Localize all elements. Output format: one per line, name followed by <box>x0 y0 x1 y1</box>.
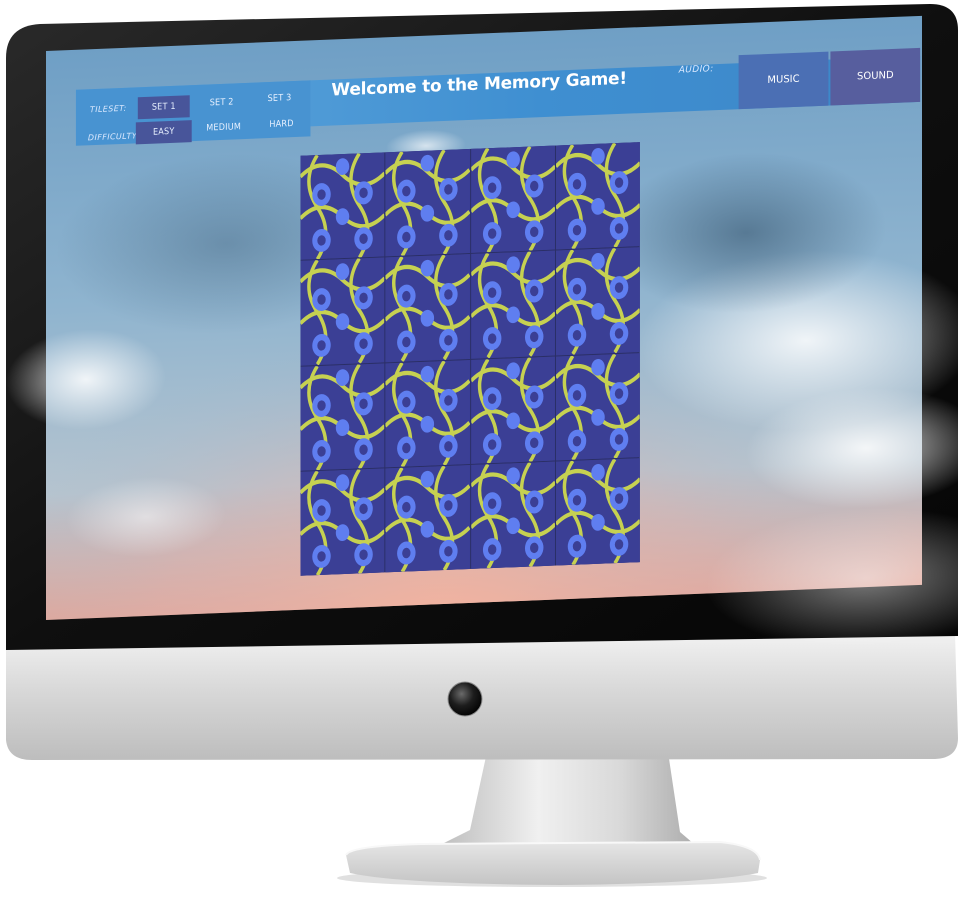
tile-back-pattern <box>470 250 555 359</box>
game-screen: TILESET: DIFFICULTY: SET 1 SET 2 SET 3 E… <box>46 16 921 620</box>
memory-tile-r1-c3[interactable] <box>470 145 555 254</box>
tileset-set1-button[interactable]: SET 1 <box>137 95 190 120</box>
tile-back-pattern <box>555 457 640 566</box>
memory-tile-r3-c3[interactable] <box>470 356 555 464</box>
tile-back-pattern <box>555 142 640 250</box>
difficulty-easy-button[interactable]: EASY <box>135 120 192 145</box>
tileset-label: TILESET: <box>89 103 127 115</box>
memory-tile-r4-c3[interactable] <box>470 461 555 569</box>
difficulty-hard-button[interactable]: HARD <box>254 112 310 136</box>
memory-tile-r2-c2[interactable] <box>385 254 470 362</box>
tile-back-pattern <box>385 148 470 257</box>
tileset-set2-button[interactable]: SET 2 <box>196 91 248 115</box>
memory-tile-r3-c2[interactable] <box>385 359 470 468</box>
memory-tile-r2-c3[interactable] <box>470 250 555 359</box>
tile-back-pattern <box>470 461 555 569</box>
memory-tile-r1-c2[interactable] <box>385 148 470 257</box>
tile-back-pattern <box>470 356 555 464</box>
memory-tile-r1-c1[interactable] <box>300 152 385 261</box>
tile-back-pattern <box>385 464 470 573</box>
sound-toggle-button[interactable]: SOUND <box>830 47 921 106</box>
tileset-set3-button[interactable]: SET 3 <box>254 87 306 111</box>
tile-back-pattern <box>300 468 385 576</box>
tile-back-pattern <box>555 352 640 461</box>
audio-label: AUDIO: <box>678 64 714 76</box>
memory-tile-r4-c1[interactable] <box>300 468 385 576</box>
monitor-scene: TILESET: DIFFICULTY: SET 1 SET 2 SET 3 E… <box>0 0 960 901</box>
difficulty-medium-button[interactable]: MEDIUM <box>196 116 252 140</box>
tile-back-pattern <box>555 247 640 356</box>
tile-back-pattern <box>385 254 470 362</box>
tile-back-pattern <box>300 257 385 366</box>
tile-back-pattern <box>300 362 385 471</box>
memory-tile-r3-c1[interactable] <box>300 362 385 471</box>
memory-tile-r2-c4[interactable] <box>555 247 640 356</box>
tile-back-pattern <box>300 152 385 261</box>
memory-tile-r2-c1[interactable] <box>300 257 385 366</box>
memory-tile-r4-c4[interactable] <box>555 457 640 566</box>
memory-board <box>300 142 640 576</box>
memory-tile-r1-c4[interactable] <box>555 142 640 250</box>
memory-tile-r4-c2[interactable] <box>385 464 470 573</box>
memory-tile-r3-c4[interactable] <box>555 352 640 461</box>
tile-back-pattern <box>470 145 555 254</box>
music-toggle-button[interactable]: MUSIC <box>738 51 829 110</box>
tile-back-pattern <box>385 359 470 468</box>
